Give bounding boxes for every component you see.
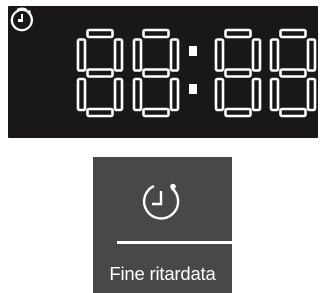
segment-c xyxy=(113,77,124,112)
segment-f xyxy=(269,38,280,72)
segment-g xyxy=(142,68,170,78)
delay-end-label: Fine ritardata xyxy=(109,263,216,284)
digit-3 xyxy=(214,28,262,118)
segment-a xyxy=(224,28,252,39)
segment-g xyxy=(224,68,252,78)
segment-e xyxy=(76,77,87,112)
segment-c xyxy=(169,77,180,112)
segment-a xyxy=(142,28,170,39)
segment-d xyxy=(142,107,170,118)
segment-c xyxy=(251,77,262,112)
delay-end-button[interactable]: Fine ritardata xyxy=(93,157,232,293)
segment-f xyxy=(76,38,87,72)
digit-1 xyxy=(76,28,124,118)
segment-e xyxy=(269,77,280,112)
segment-b xyxy=(169,38,180,72)
colon-bottom-dot xyxy=(189,84,197,94)
segment-b xyxy=(251,38,262,72)
colon-top-dot xyxy=(189,46,197,56)
button-divider-line xyxy=(117,241,232,244)
segment-f xyxy=(132,38,143,72)
segment-a xyxy=(86,28,114,39)
segment-b xyxy=(306,38,317,72)
segment-g xyxy=(279,68,307,78)
seven-segment-display xyxy=(8,6,318,138)
digit-4 xyxy=(269,28,317,118)
segment-d xyxy=(279,107,307,118)
delay-timer-icon xyxy=(142,183,180,220)
segment-e xyxy=(214,77,225,112)
segment-g xyxy=(86,68,114,78)
segment-b xyxy=(113,38,124,72)
segment-e xyxy=(132,77,143,112)
segment-d xyxy=(86,107,114,118)
digit-2 xyxy=(132,28,180,118)
segment-c xyxy=(306,77,317,112)
segment-d xyxy=(224,107,252,118)
colon-separator xyxy=(189,46,197,94)
digit-panel xyxy=(76,28,317,118)
segment-a xyxy=(279,28,307,39)
segment-f xyxy=(214,38,225,72)
